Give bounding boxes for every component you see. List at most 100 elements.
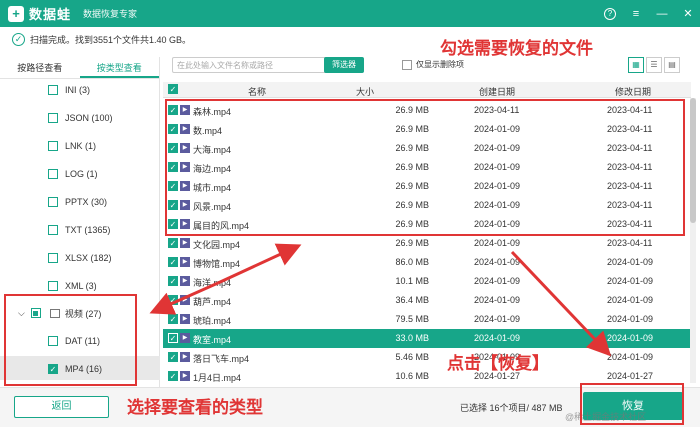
table-row[interactable]: ✓ ▶ 1月4日.mp4 10.6 MB 2024-01-27 2024-01-27: [163, 367, 691, 386]
table-row[interactable]: ✓ ▶ 大海.mp4 26.9 MB 2024-01-09 2023-04-11: [163, 139, 691, 158]
file-created: 2024-01-09: [474, 162, 521, 172]
file-size: 26.9 MB: [395, 105, 429, 115]
type-group-video[interactable]: ⌵ 视频 (27): [18, 306, 101, 320]
row-checkbox[interactable]: ✓: [168, 333, 178, 343]
video-file-icon: ▶: [180, 219, 190, 229]
table-row[interactable]: ✓ ▶ 琥珀.mp4 79.5 MB 2024-01-09 2024-01-09: [163, 310, 691, 329]
row-checkbox[interactable]: ✓: [168, 124, 178, 134]
file-name: 教室.mp4: [193, 335, 232, 345]
scrollbar-thumb[interactable]: [690, 98, 696, 223]
grid-view-icon[interactable]: ▦: [628, 57, 644, 73]
row-checkbox[interactable]: ✓: [168, 276, 178, 286]
column-size[interactable]: 大小: [356, 85, 374, 98]
tab-by-type[interactable]: 按类型查看: [79, 57, 159, 78]
view-switcher: ▦ ☰ ▤: [628, 57, 680, 73]
search-input[interactable]: 在此处输入文件名称或路径: [172, 57, 327, 73]
checkbox[interactable]: [48, 281, 58, 291]
row-checkbox[interactable]: ✓: [168, 257, 178, 267]
file-modified: 2023-04-11: [607, 181, 653, 191]
checkbox[interactable]: [48, 141, 58, 151]
app-logo-icon: +: [8, 5, 24, 22]
type-label: TXT (1365): [65, 225, 111, 235]
table-row[interactable]: ✓ ▶ 海洋.mp4 10.1 MB 2024-01-09 2024-01-09: [163, 272, 691, 291]
row-checkbox[interactable]: ✓: [168, 162, 178, 172]
row-checkbox[interactable]: ✓: [168, 200, 178, 210]
row-checkbox[interactable]: ✓: [168, 352, 178, 362]
file-size: 26.9 MB: [395, 124, 429, 134]
table-row[interactable]: ✓ ▶ 数.mp4 26.9 MB 2024-01-09 2023-04-11: [163, 120, 691, 139]
table-row[interactable]: ✓ ▶ 落日飞车.mp4 5.46 MB 2024-01-09 2024-01-09: [163, 348, 691, 367]
file-modified: 2023-04-11: [607, 162, 653, 172]
help-icon[interactable]: ?: [604, 7, 616, 20]
type-item-dat[interactable]: DAT (11): [48, 334, 100, 348]
row-checkbox[interactable]: ✓: [168, 314, 178, 324]
row-checkbox[interactable]: ✓: [168, 181, 178, 191]
row-checkbox[interactable]: ✓: [168, 371, 178, 381]
detail-view-icon[interactable]: ▤: [664, 57, 680, 73]
file-modified: 2024-01-09: [607, 257, 654, 267]
app-subtitle: 数据恢复专家: [83, 9, 138, 19]
column-modified[interactable]: 修改日期: [615, 85, 651, 98]
table-row[interactable]: ✓ ▶ 城市.mp4 26.9 MB 2024-01-09 2023-04-11: [163, 177, 691, 196]
checkbox[interactable]: [48, 225, 58, 235]
chevron-down-icon[interactable]: ⌵: [18, 308, 25, 319]
file-modified: 2024-01-09: [607, 314, 654, 324]
minimize-icon[interactable]: —: [656, 8, 668, 20]
table-row[interactable]: ✓ ▶ 文化园.mp4 26.9 MB 2024-01-09 2023-04-11: [163, 234, 691, 253]
table-row[interactable]: ✓ ▶ 博物馆.mp4 86.0 MB 2024-01-09 2024-01-09: [163, 253, 691, 272]
row-checkbox[interactable]: ✓: [168, 219, 178, 229]
row-checkbox[interactable]: ✓: [168, 238, 178, 248]
row-checkbox[interactable]: ✓: [168, 295, 178, 305]
scrollbar[interactable]: [690, 98, 696, 383]
table-row[interactable]: ✓ ▶ 葫芦.mp4 36.4 MB 2024-01-09 2024-01-09: [163, 291, 691, 310]
back-button[interactable]: 返回: [14, 396, 109, 418]
type-item-xlsx[interactable]: XLSX (182): [48, 251, 112, 265]
file-name: 文化园.mp4: [193, 240, 241, 250]
file-size: 10.1 MB: [395, 276, 429, 286]
file-created: 2024-01-09: [474, 295, 521, 305]
table-row[interactable]: ✓ ▶ 属目的风.mp4 26.9 MB 2024-01-09 2023-04-11: [163, 215, 691, 234]
only-deleted-toggle[interactable]: 仅显示删除项: [402, 59, 464, 70]
file-created: 2024-01-09: [474, 314, 521, 324]
video-file-icon: ▶: [180, 371, 190, 381]
file-created: 2024-01-09: [474, 200, 521, 210]
checkbox[interactable]: [48, 113, 58, 123]
footer: 返回 已选择 16个项目/ 487 MB 恢复 @稀土掘金技术社区: [0, 387, 700, 427]
app-name: 数据蛙: [29, 7, 72, 22]
type-item-xml[interactable]: XML (3): [48, 279, 97, 293]
table-row[interactable]: ✓ ▶ 海边.mp4 26.9 MB 2024-01-09 2023-04-11: [163, 158, 691, 177]
checkbox[interactable]: [48, 169, 58, 179]
select-all-checkbox[interactable]: ✓: [168, 84, 178, 94]
close-icon[interactable]: ✕: [682, 7, 694, 20]
type-item-lnk[interactable]: LNK (1): [48, 139, 96, 153]
type-item-txt[interactable]: TXT (1365): [48, 223, 110, 237]
checkbox[interactable]: ✓: [48, 364, 58, 374]
file-created: 2024-01-09: [474, 276, 521, 286]
table-row[interactable]: ✓ ▶ 风景.mp4 26.9 MB 2024-01-09 2023-04-11: [163, 196, 691, 215]
type-item-ini[interactable]: INI (3): [48, 83, 90, 97]
menu-icon[interactable]: ≡: [630, 8, 642, 20]
checkbox[interactable]: [402, 59, 412, 70]
checkbox[interactable]: [48, 197, 58, 207]
type-item-mp4[interactable]: ✓ MP4 (16): [48, 362, 102, 376]
checkbox[interactable]: [48, 336, 58, 346]
column-created[interactable]: 创建日期: [479, 85, 515, 98]
type-item-json[interactable]: JSON (100): [48, 111, 113, 125]
row-checkbox[interactable]: ✓: [168, 143, 178, 153]
checkbox[interactable]: [48, 85, 58, 95]
type-item-pptx[interactable]: PPTX (30): [48, 195, 107, 209]
type-item-log[interactable]: LOG (1): [48, 167, 98, 181]
table-row[interactable]: ✓ ▶ 森林.mp4 26.9 MB 2023-04-11 2023-04-11: [163, 101, 691, 120]
checkbox[interactable]: [30, 308, 41, 318]
title-bar: + 数据蛙 数据恢复专家 ? ≡ — ✕: [0, 0, 700, 27]
filter-button[interactable]: 筛选器: [324, 57, 364, 73]
row-checkbox[interactable]: ✓: [168, 105, 178, 115]
column-name[interactable]: 名称: [248, 85, 266, 98]
list-view-icon[interactable]: ☰: [646, 57, 662, 73]
checkbox[interactable]: [48, 253, 58, 263]
file-modified: 2024-01-27: [607, 371, 654, 381]
file-name: 博物馆.mp4: [193, 259, 241, 269]
file-size: 26.9 MB: [395, 238, 429, 248]
table-row[interactable]: ✓ ▶ 教室.mp4 33.0 MB 2024-01-09 2024-01-09: [163, 329, 691, 348]
tab-by-path[interactable]: 按路径查看: [0, 57, 80, 78]
